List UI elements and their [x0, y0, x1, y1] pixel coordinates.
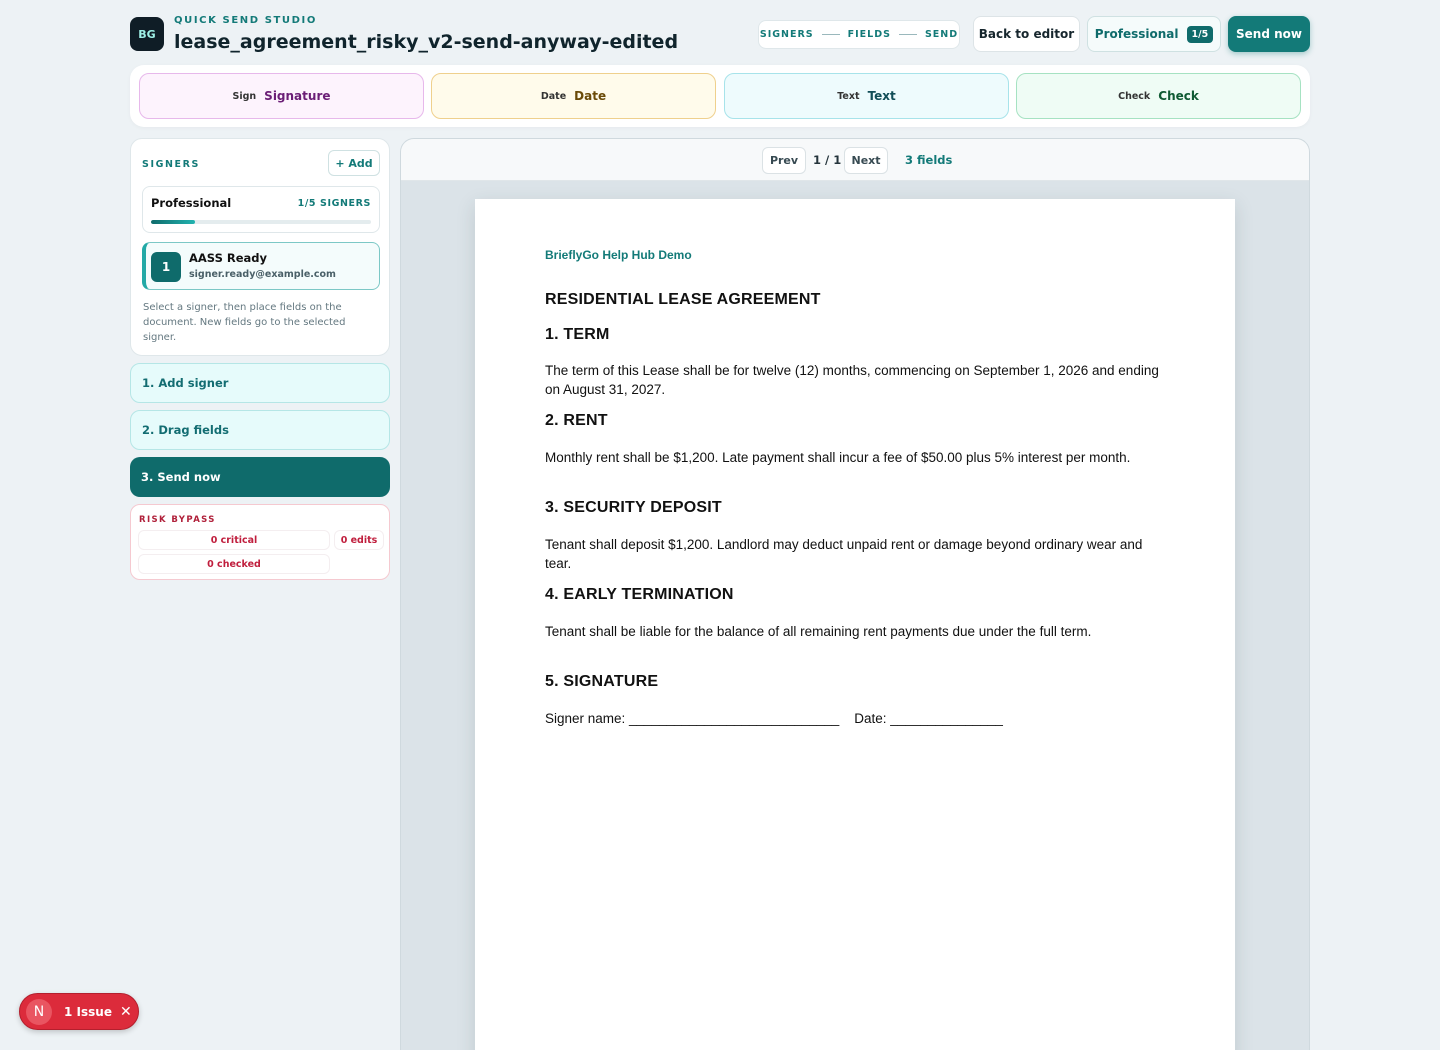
document-title-heading: RESIDENTIAL LEASE AGREEMENT: [545, 291, 821, 308]
plan-label: Professional: [1094, 27, 1179, 41]
plan-usage-bar: [151, 220, 371, 224]
app-eyebrow: QUICK SEND STUDIO: [174, 15, 317, 26]
field-count: 3 fields: [905, 153, 953, 167]
step-fields: FIELDS: [847, 29, 891, 40]
checked-count: 0 checked: [139, 555, 329, 573]
critical-count: 0 critical: [139, 531, 329, 549]
text-field-chip[interactable]: Text Text: [724, 73, 1009, 119]
app-logo: BG: [130, 17, 164, 51]
framework-logo-icon: N: [26, 998, 52, 1025]
signer-name: AASS Ready: [189, 251, 267, 265]
plan-signer-count: 1/5 SIGNERS: [297, 198, 371, 209]
plan-usage-badge: 1/5: [1186, 25, 1214, 43]
add-signer-step-button[interactable]: 1. Add signer: [130, 363, 390, 403]
text-chip-label: Text: [867, 89, 896, 103]
send-now-button[interactable]: Send now: [1228, 16, 1310, 52]
step-separator: [821, 34, 840, 35]
section-heading: 3. SECURITY DEPOSIT: [545, 499, 722, 516]
text-chip-tag: Text: [837, 90, 860, 102]
next-page-button[interactable]: Next: [844, 147, 888, 174]
document-page[interactable]: BrieflyGo Help Hub Demo RESIDENTIAL LEAS…: [475, 199, 1235, 1050]
check-chip-label: Check: [1158, 89, 1199, 103]
drag-fields-step-button[interactable]: 2. Drag fields: [130, 410, 390, 450]
signers-panel: SIGNERS + Add Professional 1/5 SIGNERS 1…: [130, 138, 390, 356]
section-body: Tenant shall be liable for the balance o…: [545, 624, 1092, 639]
signers-heading: SIGNERS: [142, 159, 200, 170]
date-chip-label: Date: [574, 89, 607, 103]
signer-number-badge: 1: [151, 252, 181, 282]
document-viewer: Prev 1 / 1 Next 3 fields BrieflyGo Help …: [400, 138, 1310, 1050]
plan-button[interactable]: Professional 1/5: [1087, 16, 1221, 52]
section-body: The term of this Lease shall be for twel…: [545, 363, 1159, 397]
step-send: SEND: [924, 29, 959, 40]
back-to-editor-button[interactable]: Back to editor: [973, 16, 1080, 52]
section-heading: 4. EARLY TERMINATION: [545, 586, 734, 603]
page-indicator: 1 / 1: [813, 153, 842, 167]
signers-help-text: Select a signer, then place fields on th…: [143, 302, 346, 343]
document-org: BrieflyGo Help Hub Demo: [545, 248, 692, 262]
risk-bypass-heading: RISK BYPASS: [139, 515, 216, 525]
add-signer-button[interactable]: + Add: [328, 150, 380, 176]
section-body: Tenant shall deposit $1,200. Landlord ma…: [545, 537, 1143, 571]
plan-usage-box: Professional 1/5 SIGNERS: [142, 186, 380, 233]
section-body: Monthly rent shall be $1,200. Late payme…: [545, 450, 1131, 465]
step-signers: SIGNERS: [759, 29, 814, 40]
check-field-chip[interactable]: Check Check: [1016, 73, 1301, 119]
signature-chip-label: Signature: [264, 89, 331, 103]
issue-count-label: 1 Issue: [64, 1004, 112, 1019]
section-heading: 2. RENT: [545, 412, 608, 429]
viewer-toolbar: Prev 1 / 1 Next 3 fields: [401, 139, 1309, 181]
section-heading: 5. SIGNATURE: [545, 673, 659, 690]
step-indicator: SIGNERS FIELDS SEND: [758, 20, 960, 49]
signer-list-item[interactable]: 1 AASS Ready signer.ready@example.com: [142, 242, 380, 290]
signature-line: Signer name: ___________________________…: [545, 711, 1003, 726]
signature-chip-tag: Sign: [232, 90, 257, 102]
plan-usage-bar-fill: [151, 220, 195, 224]
check-chip-tag: Check: [1118, 90, 1151, 102]
issues-badge[interactable]: N 1 Issue ✕: [19, 993, 139, 1030]
document-title: lease_agreement_risky_v2-send-anyway-edi…: [174, 31, 679, 53]
edits-count: 0 edits: [335, 531, 383, 549]
signature-field-chip[interactable]: Sign Signature: [139, 73, 424, 119]
step-separator: [898, 34, 917, 35]
send-now-step-button[interactable]: 3. Send now: [130, 457, 390, 497]
close-icon[interactable]: ✕: [120, 1004, 132, 1020]
date-field-chip[interactable]: Date Date: [431, 73, 716, 119]
prev-page-button[interactable]: Prev: [762, 147, 806, 174]
date-chip-tag: Date: [540, 90, 567, 102]
risk-bypass-panel: RISK BYPASS 0 critical 0 edits 0 checked: [130, 504, 390, 580]
signer-email: signer.ready@example.com: [189, 269, 336, 280]
section-heading: 1. TERM: [545, 326, 610, 343]
field-palette: Sign Signature Date Date Text Text Check…: [130, 65, 1310, 127]
plan-name: Professional: [151, 196, 232, 210]
